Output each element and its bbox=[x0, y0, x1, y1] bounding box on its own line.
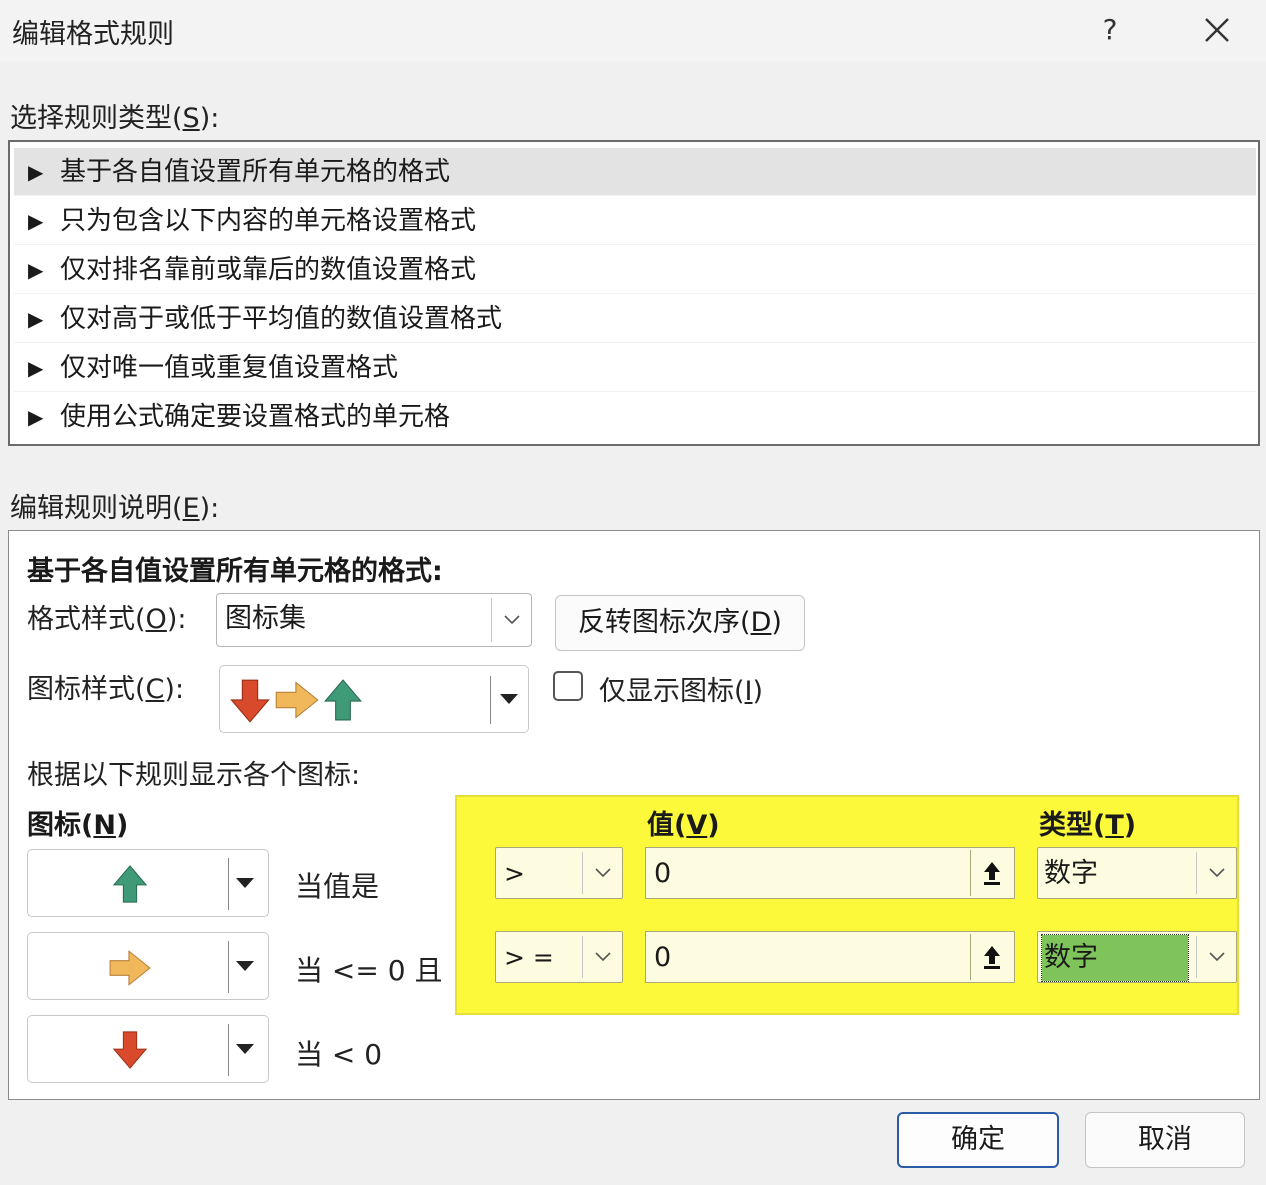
icon-select-1[interactable] bbox=[27, 849, 269, 917]
rule-type-item[interactable]: ▶ 只为包含以下内容的单元格设置格式 bbox=[14, 197, 1256, 245]
ok-button[interactable]: 确定 bbox=[897, 1112, 1059, 1168]
chevron-down-icon bbox=[1196, 936, 1236, 978]
rule-type-item[interactable]: ▶ 基于各自值设置所有单元格的格式 bbox=[14, 148, 1256, 196]
rule-type-item[interactable]: ▶ 仅对唯一值或重复值设置格式 bbox=[14, 344, 1256, 392]
type-select-2[interactable]: 数字 bbox=[1037, 931, 1237, 983]
dropdown-arrow-icon bbox=[236, 1044, 254, 1054]
cancel-button[interactable]: 取消 bbox=[1085, 1112, 1245, 1168]
dropdown-arrow-icon bbox=[500, 694, 518, 704]
type-select-1[interactable]: 数字 bbox=[1037, 847, 1237, 899]
close-icon bbox=[1205, 18, 1229, 42]
expand-triangle-icon: ▶ bbox=[28, 160, 44, 184]
condition-text-3: 当 < 0 bbox=[295, 1038, 383, 1071]
condition-text-2: 当 <= 0 且 bbox=[295, 954, 443, 987]
green-up-arrow-icon bbox=[112, 865, 148, 903]
rule-type-list[interactable]: ▶ 基于各自值设置所有单元格的格式 ▶ 只为包含以下内容的单元格设置格式 ▶ 仅对排名… bbox=[8, 140, 1260, 446]
dropdown-arrow-icon bbox=[236, 878, 254, 888]
expand-triangle-icon: ▶ bbox=[28, 307, 44, 331]
icon-column-header: 图标(N) bbox=[27, 810, 129, 841]
operator-select-1[interactable]: > bbox=[495, 847, 623, 899]
expand-triangle-icon: ▶ bbox=[28, 405, 44, 429]
type-column-header: 类型(T) bbox=[1039, 810, 1137, 841]
chevron-down-icon bbox=[582, 852, 622, 894]
value-column-header: 值(V) bbox=[647, 810, 720, 841]
collapse-dialog-button[interactable] bbox=[970, 850, 1012, 896]
icon-select-3[interactable] bbox=[27, 1015, 269, 1083]
reverse-icon-order-button[interactable]: 反转图标次序(D) bbox=[555, 595, 805, 651]
value-type-highlight: 值(V) 类型(T) > 0 数字 > = 0 数字 bbox=[455, 795, 1239, 1015]
expand-triangle-icon: ▶ bbox=[28, 209, 44, 233]
rule-type-item[interactable]: ▶ 仅对排名靠前或靠后的数值设置格式 bbox=[14, 246, 1256, 294]
format-style-select[interactable]: 图标集 bbox=[216, 593, 532, 647]
red-down-arrow-icon bbox=[230, 679, 270, 723]
green-up-arrow-icon bbox=[324, 679, 362, 721]
yellow-right-arrow-icon bbox=[109, 950, 151, 986]
dialog-title: 编辑格式规则 bbox=[12, 19, 174, 50]
icon-style-select[interactable] bbox=[219, 665, 529, 733]
expand-triangle-icon: ▶ bbox=[28, 258, 44, 282]
rule-type-label: 选择规则类型(S): bbox=[10, 103, 220, 134]
rule-type-item[interactable]: ▶ 仅对高于或低于平均值的数值设置格式 bbox=[14, 295, 1256, 343]
rule-description-panel: 基于各自值设置所有单元格的格式: 格式样式(O): 图标集 反转图标次序(D) … bbox=[8, 530, 1260, 1100]
help-button[interactable]: ? bbox=[1090, 8, 1130, 52]
show-icon-only-label: 仅显示图标(I) bbox=[599, 676, 764, 707]
rules-intro-text: 根据以下规则显示各个图标: bbox=[27, 760, 361, 791]
icon-style-label: 图标样式(C): bbox=[27, 674, 185, 705]
value-input-2[interactable]: 0 bbox=[645, 931, 1015, 983]
chevron-down-icon bbox=[582, 936, 622, 978]
value-input-1[interactable]: 0 bbox=[645, 847, 1015, 899]
title-bar: 编辑格式规则 ? bbox=[0, 0, 1266, 62]
format-style-label: 格式样式(O): bbox=[27, 604, 187, 635]
condition-text-1: 当值是 bbox=[295, 870, 380, 903]
show-icon-only-checkbox[interactable] bbox=[553, 671, 583, 701]
collapse-dialog-button[interactable] bbox=[970, 934, 1012, 980]
red-down-arrow-icon bbox=[112, 1031, 148, 1069]
dropdown-arrow-icon bbox=[236, 961, 254, 971]
chevron-down-icon bbox=[1196, 852, 1236, 894]
yellow-right-arrow-icon bbox=[275, 681, 319, 719]
upload-arrow-icon bbox=[984, 862, 1000, 885]
operator-select-2[interactable]: > = bbox=[495, 931, 623, 983]
icon-select-2[interactable] bbox=[27, 932, 269, 1000]
rule-type-item[interactable]: ▶ 使用公式确定要设置格式的单元格 bbox=[14, 393, 1256, 441]
rule-desc-title: 基于各自值设置所有单元格的格式: bbox=[27, 556, 443, 587]
upload-arrow-icon bbox=[984, 946, 1000, 969]
chevron-down-icon bbox=[491, 598, 531, 642]
expand-triangle-icon: ▶ bbox=[28, 356, 44, 380]
close-button[interactable] bbox=[1195, 8, 1239, 52]
rule-desc-label: 编辑规则说明(E): bbox=[10, 493, 220, 524]
